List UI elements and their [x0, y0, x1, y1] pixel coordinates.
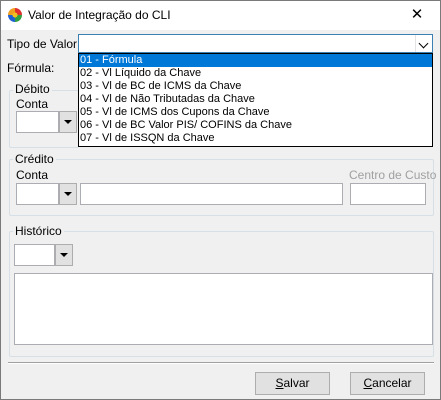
- chevron-down-icon: [418, 38, 429, 49]
- credito-conta-label: Conta: [16, 168, 49, 182]
- tipo-valor-dropdown[interactable]: [78, 34, 433, 53]
- tipo-valor-option[interactable]: 07 - Vl de ISSQN da Chave: [79, 132, 432, 145]
- credito-conta-input[interactable]: [16, 183, 59, 205]
- close-button[interactable]: ✕: [394, 1, 440, 30]
- centro-custo-input[interactable]: [350, 183, 426, 205]
- tipo-valor-option[interactable]: 05 - Vl de ICMS dos Cupons da Chave: [79, 106, 432, 119]
- triangle-down-icon: [64, 120, 72, 124]
- historico-group-title: Histórico: [13, 224, 64, 238]
- debito-conta-dropdown-button[interactable]: [59, 111, 77, 133]
- tipo-valor-option[interactable]: 04 - Vl de Não Tributadas da Chave: [79, 93, 432, 106]
- historico-code-input[interactable]: [14, 244, 55, 266]
- historico-dropdown-button[interactable]: [55, 244, 73, 266]
- save-button[interactable]: Salvar: [255, 372, 330, 395]
- tipo-valor-dropdown-button[interactable]: [415, 35, 432, 52]
- app-logo-icon: [8, 8, 22, 22]
- save-button-mnemonic: S: [275, 376, 284, 390]
- triangle-down-icon: [64, 192, 72, 196]
- tipo-valor-option[interactable]: 03 - Vl de BC de ICMS da Chave: [79, 80, 432, 93]
- tipo-valor-option[interactable]: 01 - Fórmula: [79, 54, 432, 67]
- tipo-valor-option[interactable]: 02 - Vl Líquido da Chave: [79, 67, 432, 80]
- credito-group-title: Crédito: [13, 152, 56, 166]
- historico-textarea[interactable]: [14, 273, 433, 345]
- window-title: Valor de Integração do CLI: [28, 8, 171, 22]
- cancel-button-mnemonic: C: [363, 376, 373, 390]
- dialog-window: Valor de Integração do CLI ✕ Tipo de Val…: [0, 0, 441, 400]
- save-button-label: alvar: [283, 376, 310, 390]
- tipo-valor-label: Tipo de Valor:: [7, 37, 81, 51]
- debito-conta-input[interactable]: [16, 111, 59, 133]
- cancel-button[interactable]: Cancelar: [350, 372, 425, 395]
- triangle-down-icon: [60, 253, 68, 257]
- centro-custo-label: Centro de Custo: [349, 168, 437, 182]
- title-bar: Valor de Integração do CLI ✕: [1, 1, 440, 30]
- credito-conta-dropdown-button[interactable]: [59, 183, 77, 205]
- credito-conta-description-field[interactable]: [80, 183, 343, 205]
- debito-group-title: Débito: [13, 82, 52, 96]
- formula-label: Fórmula:: [7, 61, 55, 75]
- tipo-valor-option-list: 01 - Fórmula 02 - Vl Líquido da Chave 03 -…: [78, 53, 433, 147]
- bottom-separator: [8, 362, 434, 364]
- debito-conta-label: Conta: [16, 97, 49, 111]
- cancel-button-label: ancelar: [372, 376, 412, 390]
- tipo-valor-option[interactable]: 06 - Vl de BC Valor PIS/ COFINS da Chave: [79, 119, 432, 132]
